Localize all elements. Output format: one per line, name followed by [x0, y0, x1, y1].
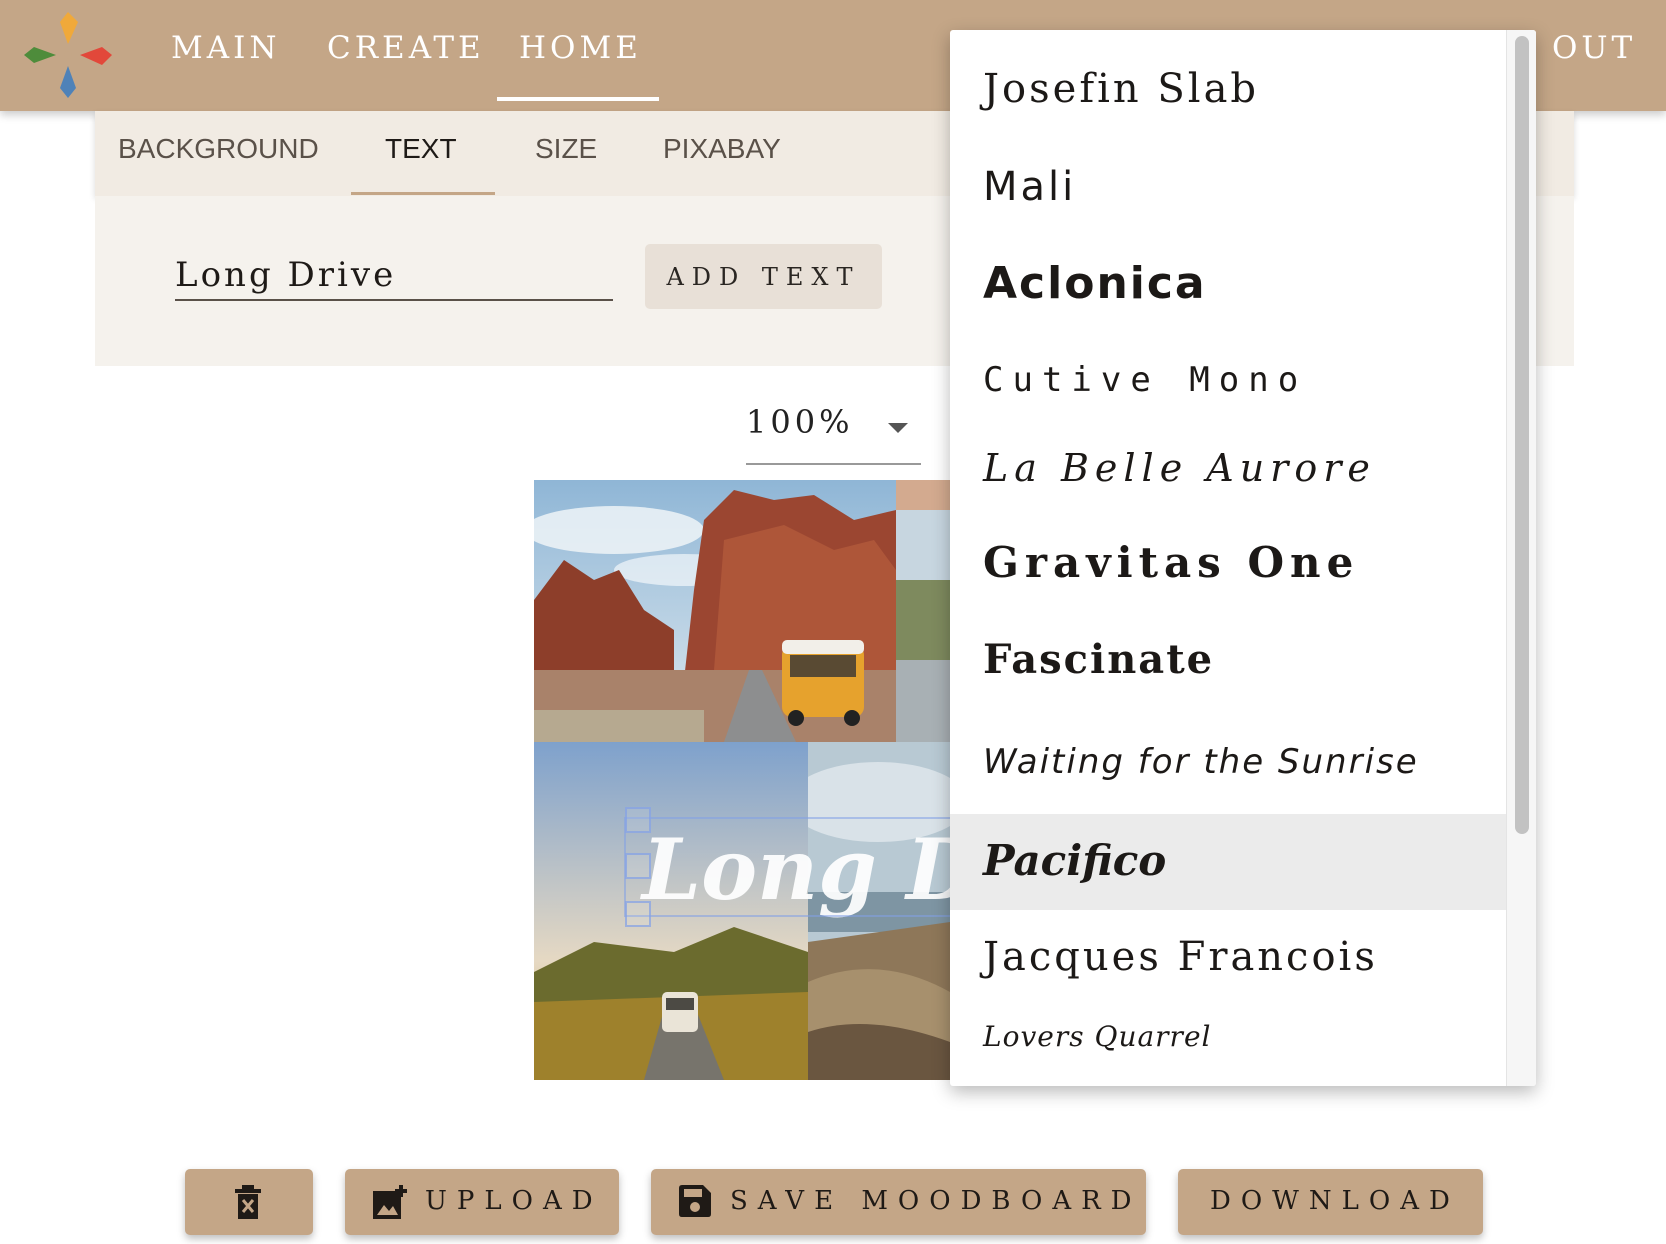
- download-label: DOWNLOAD: [1210, 1186, 1460, 1216]
- add-text-button[interactable]: ADD TEXT: [645, 244, 882, 309]
- tab-pixabay[interactable]: PIXABAY: [663, 133, 781, 165]
- zoom-value: 100%: [746, 403, 854, 441]
- chevron-down-icon: [888, 423, 908, 433]
- text-selection-box: [624, 817, 950, 917]
- font-option[interactable]: Mali: [950, 138, 1506, 234]
- nav-active-indicator: [497, 97, 659, 101]
- resize-handle[interactable]: [625, 901, 651, 927]
- canvas-image-canyon[interactable]: [534, 480, 896, 742]
- save-icon: [679, 1185, 711, 1217]
- font-option[interactable]: Cutive Mono: [950, 326, 1506, 422]
- add-photo-icon: [373, 1185, 407, 1219]
- tab-background[interactable]: BACKGROUND: [118, 133, 319, 165]
- app-logo-icon[interactable]: [20, 8, 116, 102]
- tab-size[interactable]: SIZE: [535, 133, 597, 165]
- save-moodboard-label: SAVE MOODBOARD: [730, 1186, 1142, 1216]
- save-moodboard-button[interactable]: SAVE MOODBOARD: [651, 1169, 1146, 1235]
- font-option[interactable]: Jacques Francois: [950, 910, 1506, 1006]
- coast-image: [896, 480, 950, 742]
- download-button[interactable]: DOWNLOAD: [1178, 1169, 1483, 1235]
- scrollbar-thumb[interactable]: [1515, 36, 1529, 834]
- nav-logout[interactable]: OUT: [1552, 30, 1636, 66]
- font-option[interactable]: La Belle Aurore: [950, 422, 1506, 518]
- upload-button[interactable]: UPLOAD: [345, 1169, 619, 1235]
- text-input[interactable]: [175, 251, 613, 301]
- font-option[interactable]: Lovers Quarrel: [950, 1006, 1506, 1086]
- zoom-select[interactable]: 100%: [746, 395, 921, 465]
- font-dropdown-menu: Josefin Slab Mali Aclonica Cutive Mono L…: [950, 30, 1536, 1086]
- font-option[interactable]: Fascinate: [950, 614, 1506, 710]
- nav-main[interactable]: MAIN: [171, 30, 281, 66]
- font-option[interactable]: Waiting for the Sunrise: [950, 714, 1506, 810]
- font-option[interactable]: Aclonica: [950, 230, 1506, 326]
- delete-icon: [235, 1185, 261, 1219]
- nav-home[interactable]: HOME: [519, 30, 642, 66]
- canvas-image-coast[interactable]: [896, 480, 950, 742]
- nav-create[interactable]: CREATE: [327, 30, 485, 66]
- moodboard-canvas[interactable]: Long Dr: [534, 480, 950, 1080]
- upload-label: UPLOAD: [425, 1186, 603, 1216]
- font-option-highlighted[interactable]: Pacifico: [950, 814, 1506, 910]
- tab-text[interactable]: TEXT: [385, 133, 457, 165]
- tab-active-indicator: [351, 192, 495, 195]
- canyon-image: [534, 480, 896, 742]
- delete-button[interactable]: [185, 1169, 313, 1235]
- font-option[interactable]: Josefin Slab: [950, 42, 1506, 138]
- dropdown-scrollbar[interactable]: [1506, 30, 1536, 1086]
- font-option[interactable]: Gravitas One: [950, 518, 1506, 614]
- resize-handle[interactable]: [625, 807, 651, 833]
- resize-handle[interactable]: [625, 853, 651, 879]
